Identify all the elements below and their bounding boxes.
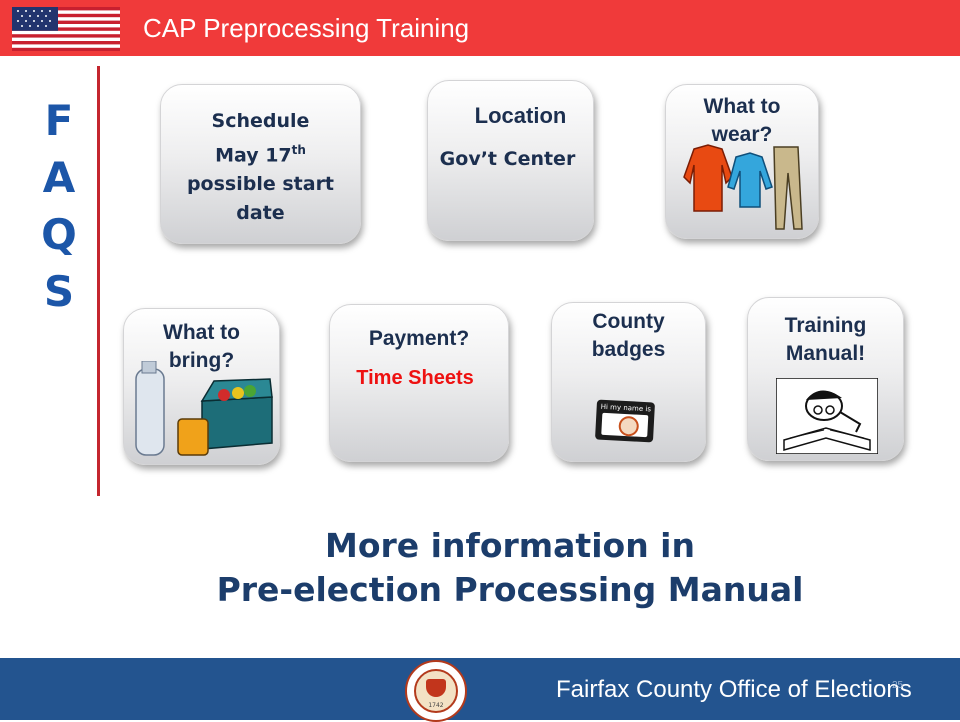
faq-letter: F — [44, 96, 74, 145]
wear-heading-1: What to — [703, 95, 781, 118]
reading-person-icon — [776, 378, 878, 454]
bring-heading-1: What to — [163, 321, 240, 344]
footer-organization: Fairfax County Office of Elections — [556, 676, 912, 703]
county-seal-icon: 1742 — [405, 660, 467, 722]
name-badge-icon: Hi my name is — [594, 399, 656, 443]
badge-text: Hi my name is — [600, 402, 652, 414]
manual-heading-1: Training — [784, 314, 867, 337]
slide-title: CAP Preprocessing Training — [143, 13, 470, 43]
payment-tile: Payment? Time Sheets — [329, 304, 509, 462]
divider-line — [97, 66, 100, 496]
schedule-note-2: date — [236, 202, 285, 225]
badges-tile: County badges Hi my name is — [551, 302, 706, 462]
badges-heading-2: badges — [591, 338, 666, 361]
bring-tile: What to bring? — [123, 308, 280, 465]
more-info-line-2: Pre-election Processing Manual — [216, 570, 804, 609]
location-tile: Location Gov’t Center — [427, 80, 594, 241]
faq-letter: S — [43, 267, 75, 316]
seal-year: 1742 — [428, 702, 444, 709]
manual-heading-2: Manual! — [785, 342, 866, 365]
us-flag-icon — [12, 7, 120, 51]
schedule-heading: Schedule — [211, 110, 310, 132]
time-sheets-label: Time Sheets — [356, 367, 474, 389]
faqs-vertical-label: F A Q S — [30, 92, 88, 320]
badges-heading-1: County — [592, 310, 665, 333]
wear-tile: What to wear? — [665, 84, 819, 239]
faq-letter: A — [42, 153, 76, 202]
page-number: 25 — [892, 680, 904, 691]
more-info-line-1: More information in — [325, 526, 695, 565]
cooler-icon — [135, 361, 273, 456]
payment-heading: Payment? — [368, 327, 470, 350]
schedule-tile: Schedule May 17th possible start date — [160, 84, 361, 244]
schedule-date: May 17th — [215, 143, 306, 167]
clothes-icon — [683, 144, 803, 230]
manual-tile: Training Manual! — [747, 297, 904, 461]
location-value: Gov’t Center — [439, 148, 576, 170]
faq-letter: Q — [41, 210, 77, 259]
schedule-note-1: possible start — [186, 173, 335, 196]
location-heading: Location — [474, 103, 567, 128]
